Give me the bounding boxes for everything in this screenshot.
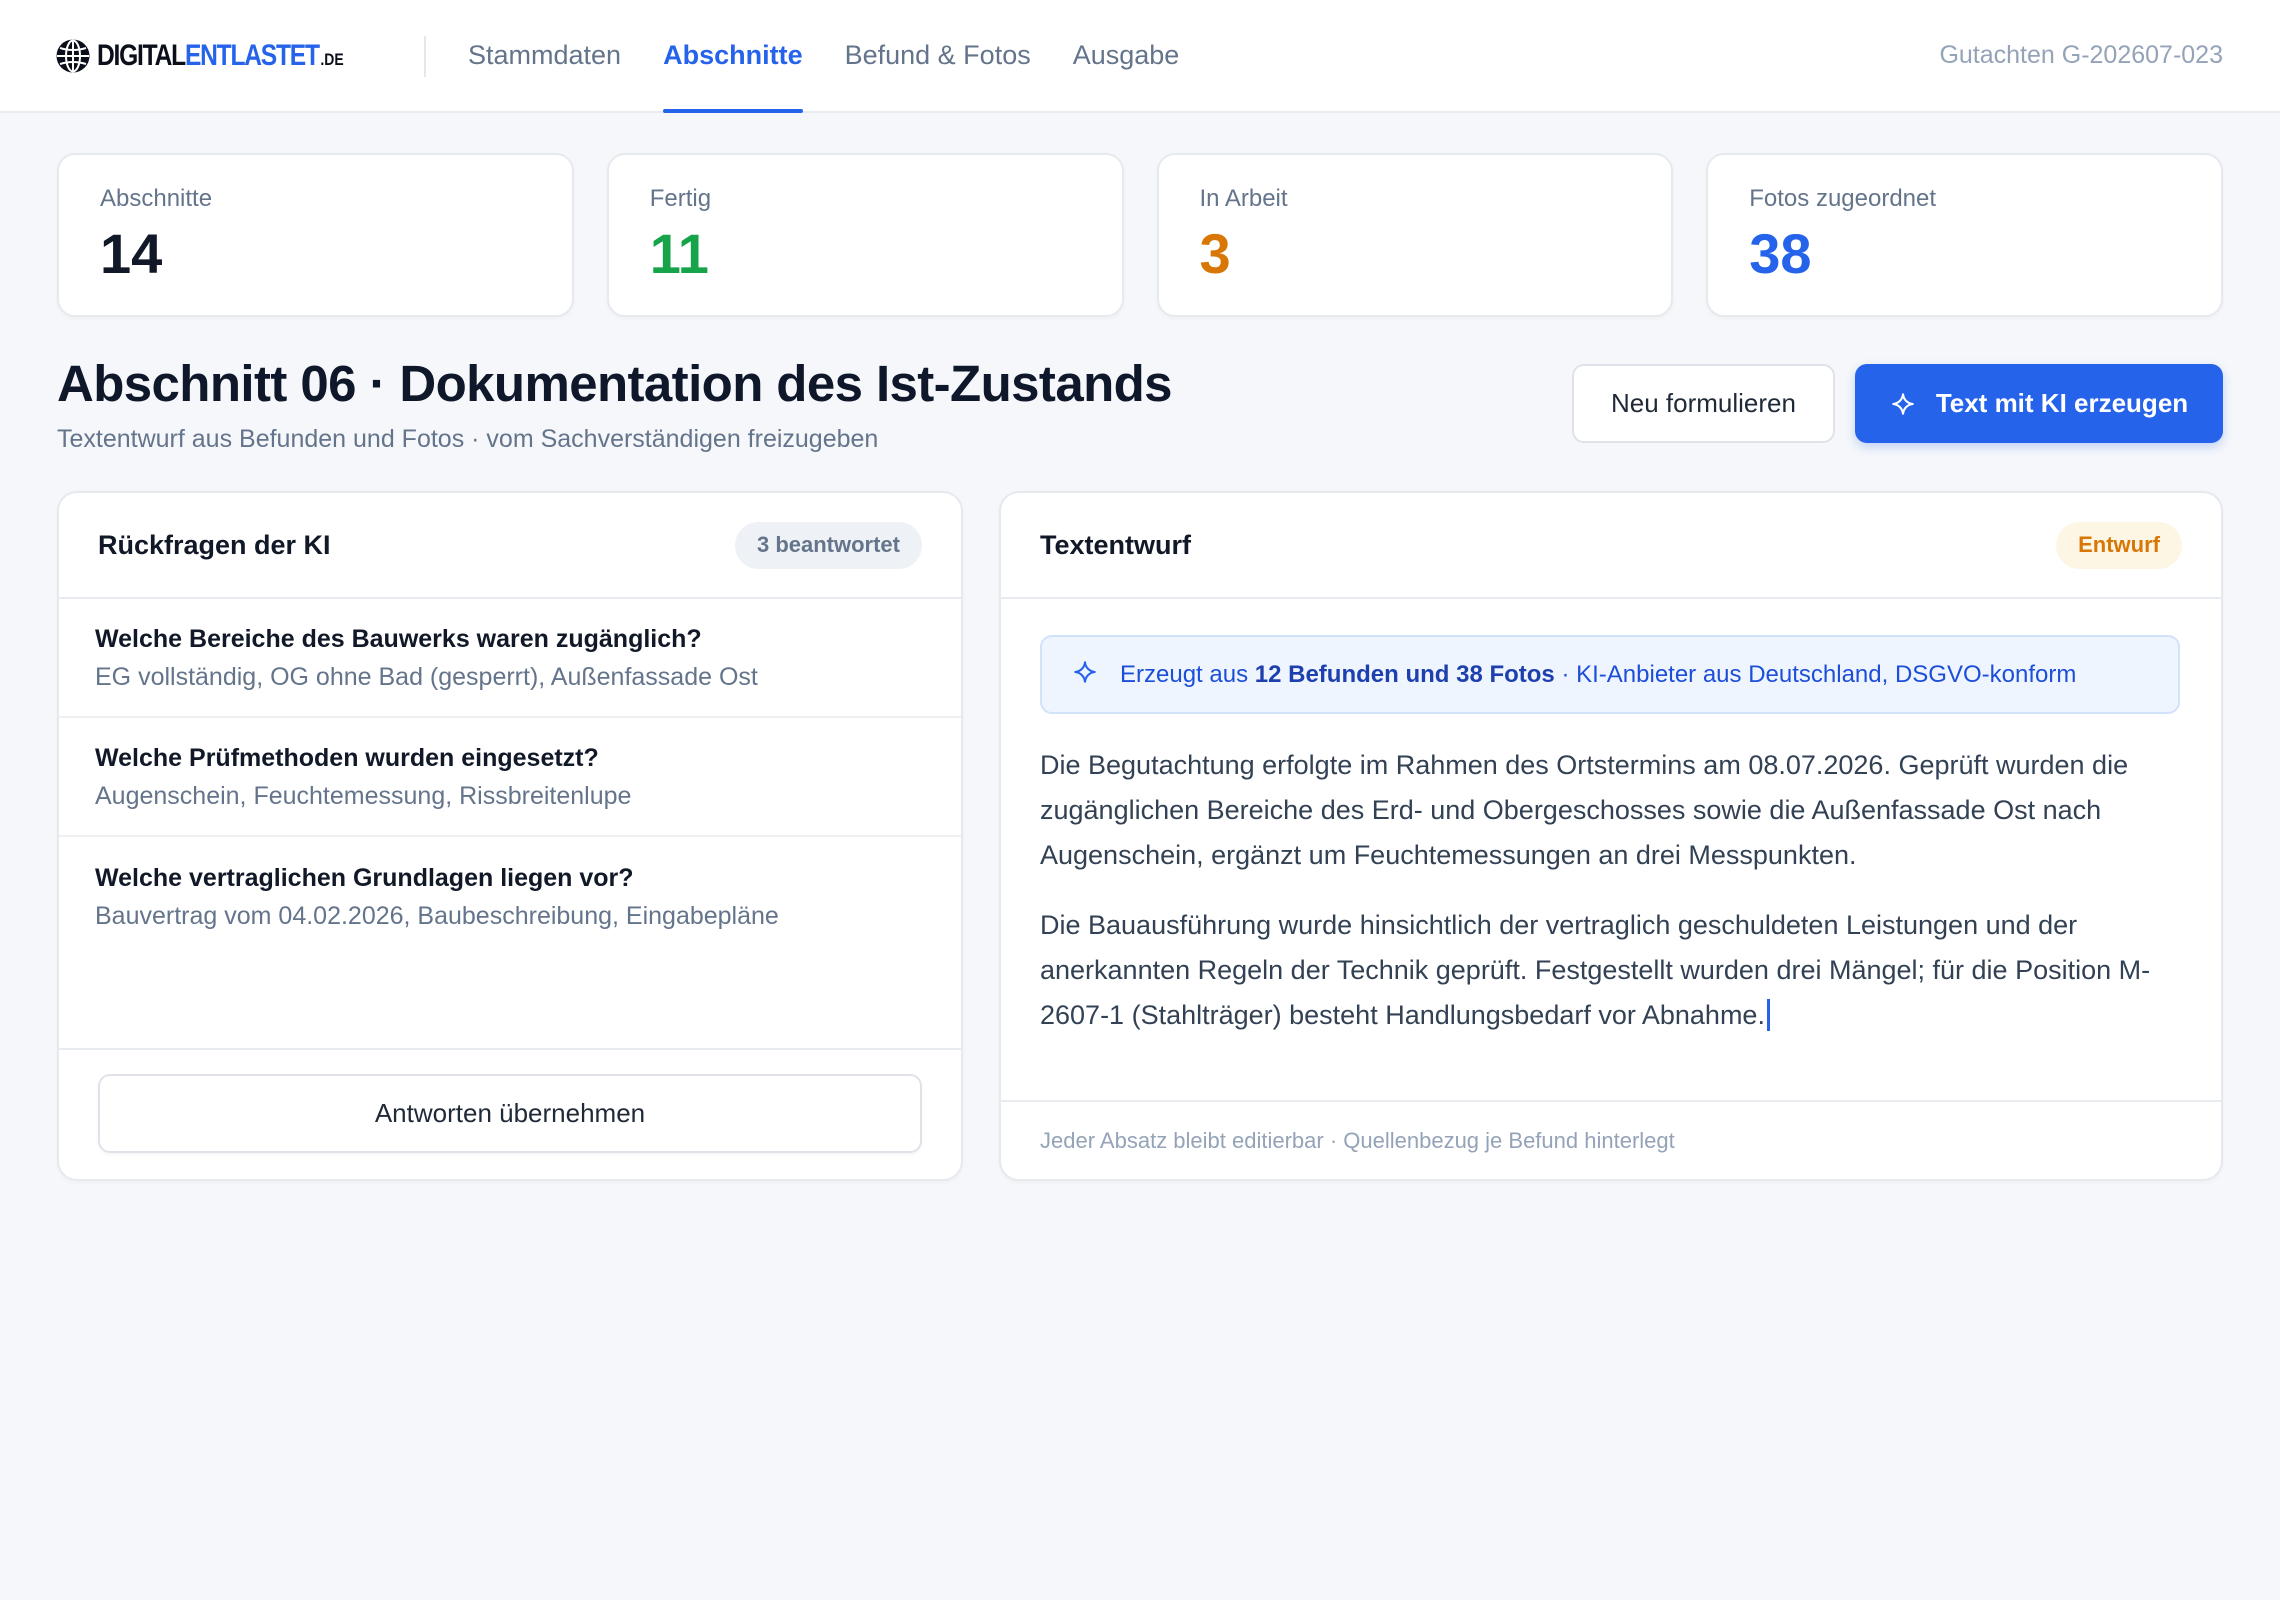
draft-paragraph-text: Die Bauausführung wurde hinsichtlich der… bbox=[1040, 910, 2151, 1030]
draft-paragraph[interactable]: Die Begutachtung erfolgte im Rahmen des … bbox=[1040, 743, 2180, 878]
tab-ausgabe[interactable]: Ausgabe bbox=[1073, 0, 1180, 111]
brand-wordmark-part1: DIGITAL bbox=[97, 38, 186, 72]
tab-befund-fotos[interactable]: Befund & Fotos bbox=[845, 0, 1031, 111]
stat-value: 3 bbox=[1199, 222, 1231, 285]
draft-body: Erzeugt aus 12 Befunden und 38 Fotos · K… bbox=[1001, 599, 2221, 1038]
rephrase-button-label: Neu formulieren bbox=[1611, 388, 1796, 418]
answer-text: Augenschein, Feuchtemessung, Rissbreiten… bbox=[95, 781, 632, 810]
text-draft-panel: Textentwurf Entwurf Erzeugt aus 12 Befun… bbox=[999, 491, 2223, 1181]
panel-title: Rückfragen der KI bbox=[98, 529, 331, 560]
info-text: Erzeugt aus 12 Befunden und 38 Fotos · K… bbox=[1120, 661, 2076, 689]
ai-questions-panel: Rückfragen der KI 3 beantwortet Welche B… bbox=[57, 491, 963, 1181]
panel-header: Textentwurf Entwurf bbox=[1001, 493, 2221, 599]
list-item[interactable]: Welche vertraglichen Grundlagen liegen v… bbox=[59, 837, 961, 956]
ai-source-info: Erzeugt aus 12 Befunden und 38 Fotos · K… bbox=[1040, 635, 2180, 714]
tab-stammdaten[interactable]: Stammdaten bbox=[468, 0, 621, 111]
info-suffix: · KI-Anbieter aus Deutschland, DSGVO-kon… bbox=[1554, 660, 2077, 688]
draft-paragraph-text: Die Begutachtung erfolgte im Rahmen des … bbox=[1040, 750, 2129, 870]
panel-title: Textentwurf bbox=[1040, 529, 1192, 560]
draft-paragraph[interactable]: Die Bauausführung wurde hinsichtlich der… bbox=[1040, 903, 2180, 1038]
question-text: Welche Prüfmethoden wurden eingesetzt? bbox=[95, 743, 599, 772]
question-text: Welche vertraglichen Grundlagen liegen v… bbox=[95, 863, 634, 892]
stat-value: 11 bbox=[649, 222, 709, 285]
page-subtitle: Textentwurf aus Befunden und Fotos · vom… bbox=[57, 425, 879, 453]
generate-ai-text-label: Text mit KI erzeugen bbox=[1935, 388, 2189, 418]
stat-card-done: Fertig 11 bbox=[606, 153, 1124, 317]
stat-label: In Arbeit bbox=[1199, 185, 1288, 212]
panel-footer: Antworten übernehmen bbox=[59, 1048, 961, 1179]
panel-footer: Jeder Absatz bleibt editierbar · Quellen… bbox=[1001, 1100, 2221, 1179]
header-divider bbox=[424, 36, 426, 77]
question-list: Welche Bereiche des Bauwerks waren zugän… bbox=[59, 599, 961, 956]
status-badge: Entwurf bbox=[2056, 521, 2182, 569]
brand-logo[interactable]: DIGITALENTLASTET.DE bbox=[55, 0, 398, 111]
top-bar: DIGITALENTLASTET.DE Stammdaten Abschnitt… bbox=[0, 0, 2280, 113]
stat-value: 14 bbox=[100, 222, 163, 285]
brand-wordmark: DIGITALENTLASTET.DE bbox=[97, 39, 344, 73]
stat-card-sections: Abschnitte 14 bbox=[57, 153, 574, 317]
brand-wordmark-tld: .DE bbox=[320, 49, 344, 69]
text-cursor bbox=[1766, 998, 1770, 1031]
sparkle-icon bbox=[1892, 392, 1914, 415]
document-id: Gutachten G-202607-023 bbox=[1939, 41, 2223, 69]
stat-card-photos: Fotos zugeordnet 38 bbox=[1706, 153, 2223, 317]
stats-row: Abschnitte 14 Fertig 11 In Arbeit 3 Foto… bbox=[57, 153, 2223, 317]
answer-text: Bauvertrag vom 04.02.2026, Baubeschreibu… bbox=[95, 901, 779, 930]
page-title: Abschnitt 06 · Dokumentation des Ist-Zus… bbox=[57, 355, 1173, 412]
stat-card-in-progress: In Arbeit 3 bbox=[1156, 153, 1674, 317]
stat-label: Fertig bbox=[649, 185, 712, 212]
stat-value: 38 bbox=[1749, 222, 1812, 285]
globe-icon bbox=[56, 39, 90, 72]
footer-note: Jeder Absatz bleibt editierbar · Quellen… bbox=[1040, 1127, 1675, 1153]
panel-header: Rückfragen der KI 3 beantwortet bbox=[59, 493, 961, 599]
apply-answers-button[interactable]: Antworten übernehmen bbox=[98, 1074, 922, 1153]
sparkle-icon bbox=[1074, 660, 1096, 683]
answer-text: EG vollständig, OG ohne Bad (gesperrt), … bbox=[95, 662, 758, 691]
list-item[interactable]: Welche Prüfmethoden wurden eingesetzt? A… bbox=[59, 718, 961, 837]
tab-abschnitte[interactable]: Abschnitte bbox=[663, 0, 803, 113]
brand-wordmark-part2: ENTLASTET bbox=[184, 38, 320, 72]
info-prefix: Erzeugt aus bbox=[1120, 660, 1255, 688]
answered-count-badge: 3 beantwortet bbox=[734, 521, 922, 569]
stat-label: Abschnitte bbox=[100, 185, 213, 212]
stat-label: Fotos zugeordnet bbox=[1749, 185, 1937, 212]
main-nav: Stammdaten Abschnitte Befund & Fotos Aus… bbox=[468, 0, 1180, 113]
info-highlight: 12 Befunden und 38 Fotos bbox=[1254, 660, 1555, 688]
rephrase-button[interactable]: Neu formulieren bbox=[1572, 364, 1835, 443]
question-text: Welche Bereiche des Bauwerks waren zugän… bbox=[95, 624, 702, 653]
apply-answers-label: Antworten übernehmen bbox=[374, 1098, 646, 1128]
list-item[interactable]: Welche Bereiche des Bauwerks waren zugän… bbox=[59, 599, 961, 718]
generate-ai-text-button[interactable]: Text mit KI erzeugen bbox=[1855, 364, 2223, 443]
